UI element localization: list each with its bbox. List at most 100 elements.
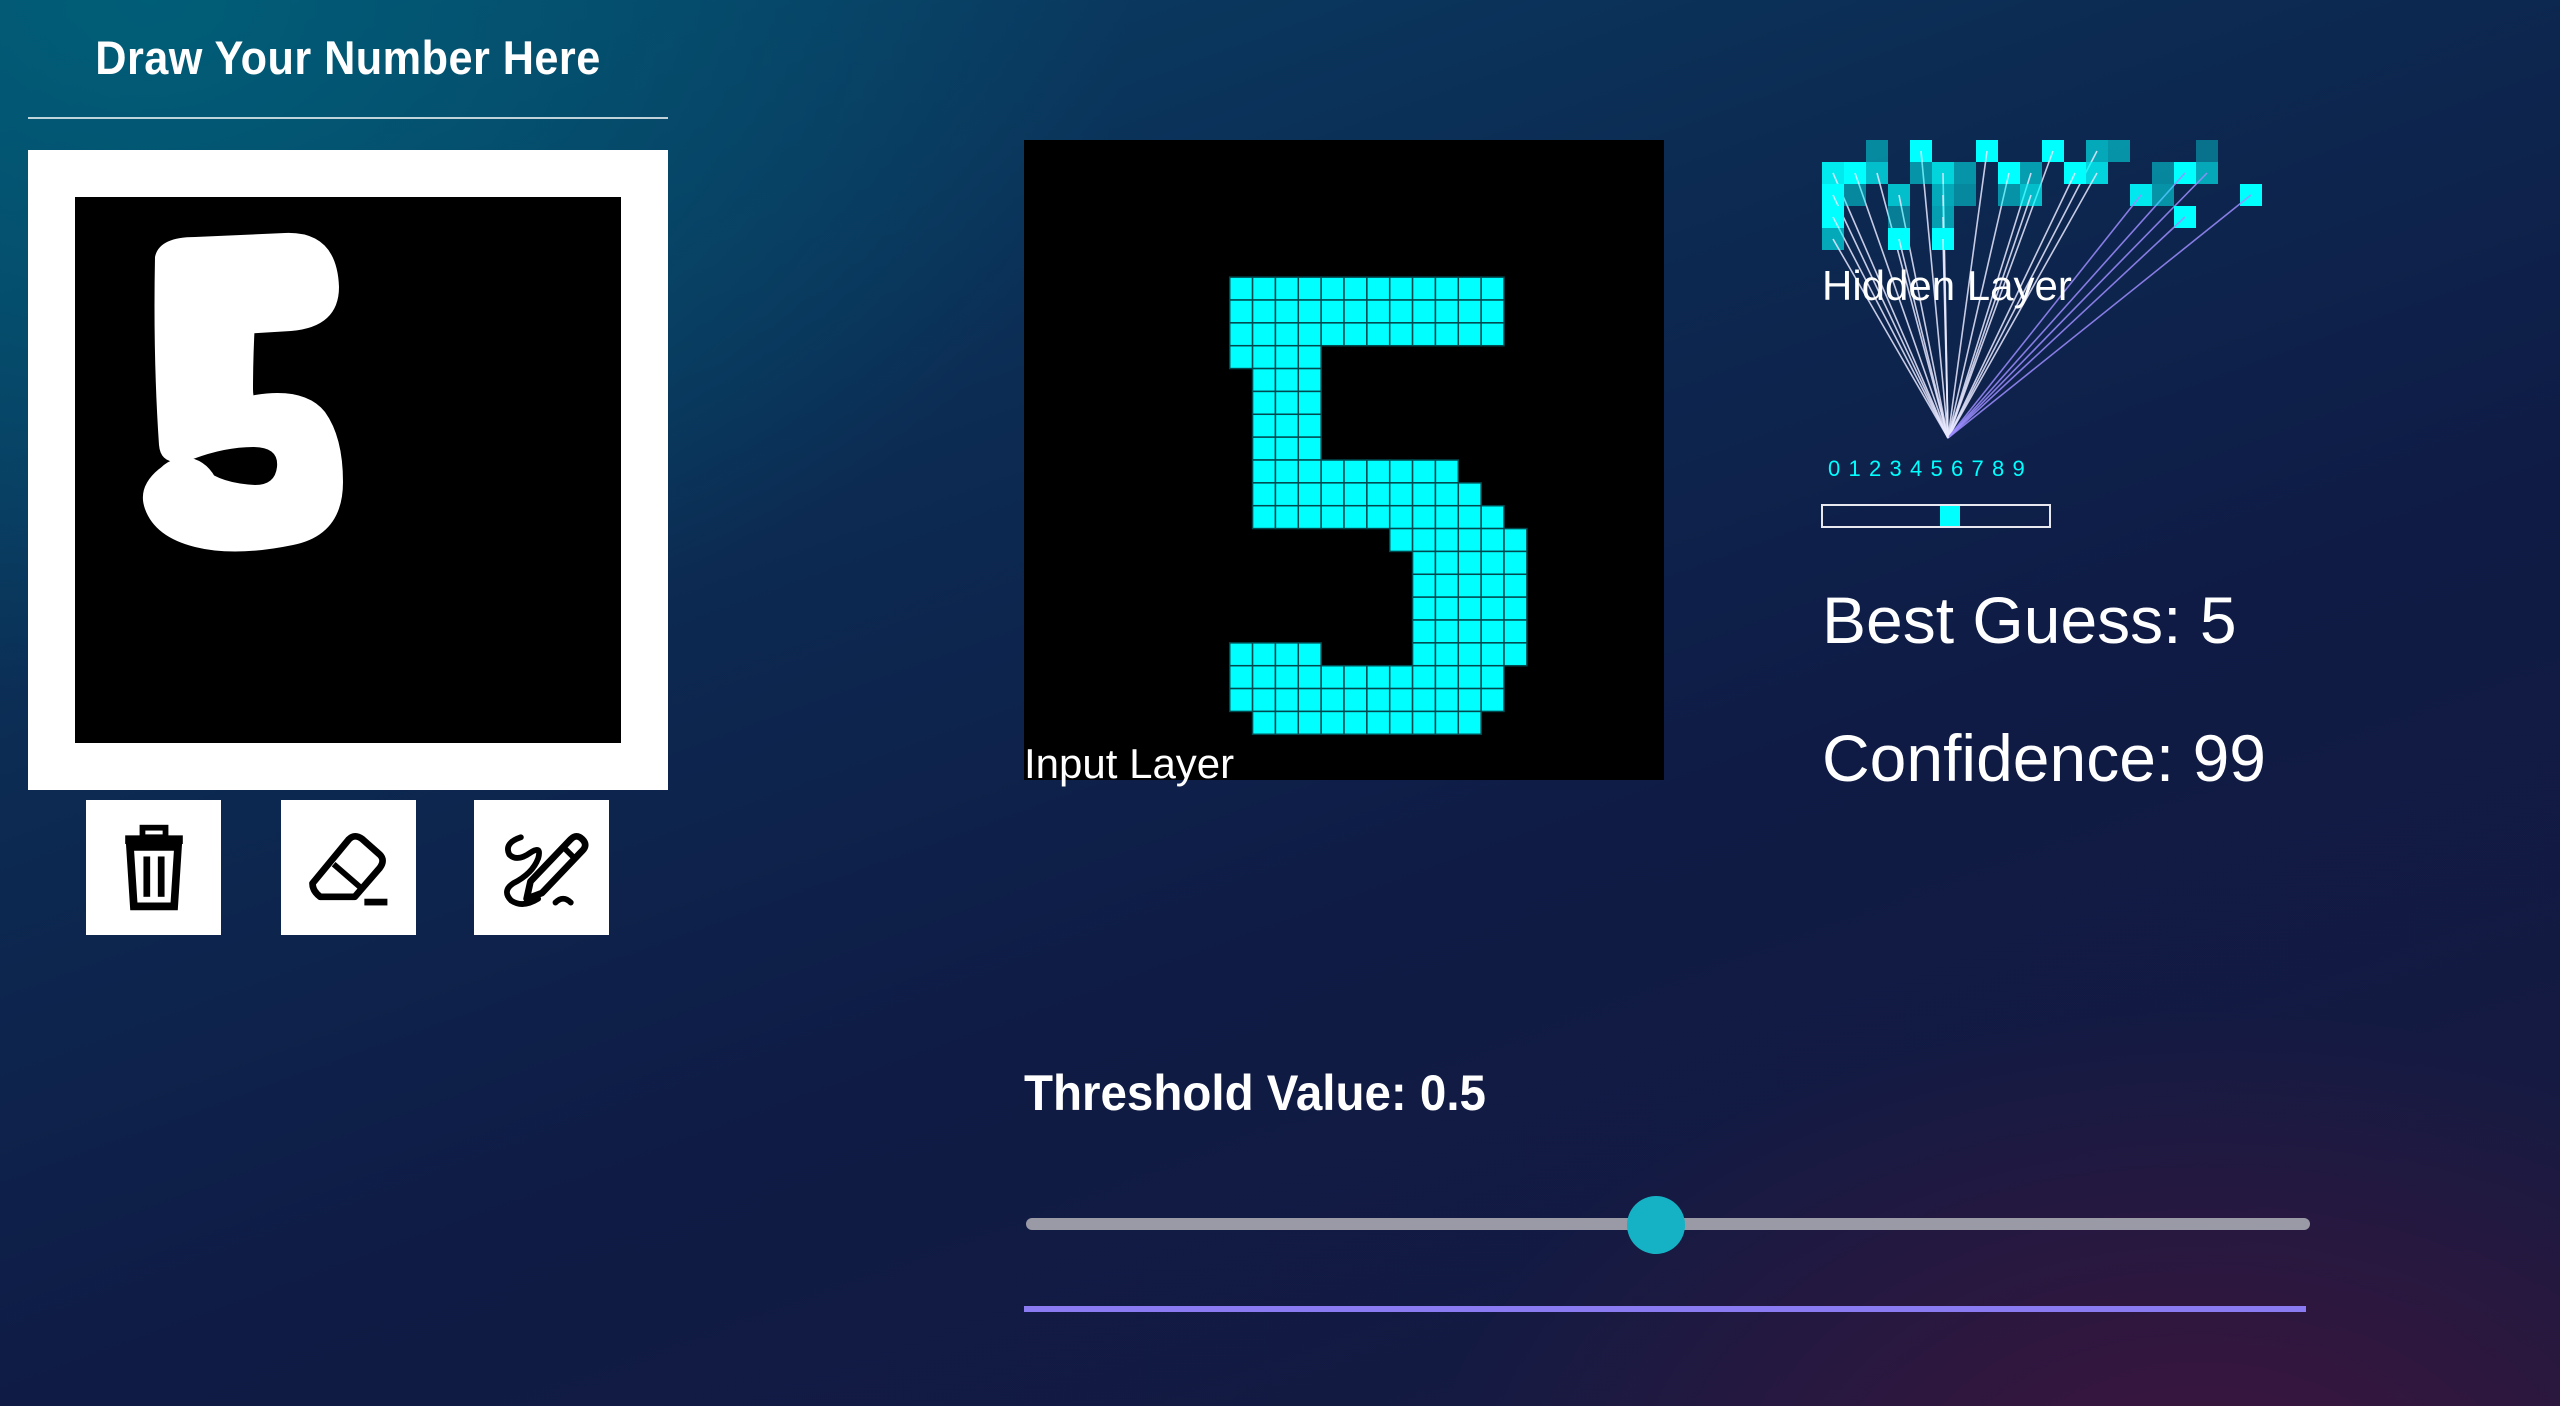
input-pixel [1388,459,1414,484]
input-pixel [1251,687,1277,713]
clear-button[interactable] [86,800,221,935]
input-pixel [1388,504,1414,530]
output-digit-label: 1 [1849,456,1861,481]
input-pixel [1388,527,1414,553]
input-pixel [1274,436,1300,461]
connection-line [1947,194,2032,439]
input-pixel [1411,459,1437,484]
input-pixel [1503,573,1528,598]
input-pixel [1274,367,1300,393]
input-pixel [1320,459,1345,484]
input-pixel [1434,642,1460,667]
input-pixel [1251,664,1277,690]
input-layer-grid [1228,276,1528,736]
threshold-label: Threshold Value: 0.5 [1024,1065,1486,1121]
input-pixel [1320,687,1345,713]
input-pixel [1411,642,1437,667]
input-pixel [1480,687,1505,713]
output-digit-label: 3 [1890,456,1902,481]
hidden-neuron [1910,162,1932,184]
input-pixel [1343,276,1368,301]
input-pixel [1457,482,1482,507]
draw-button[interactable] [474,800,609,935]
output-digit-label: 2 [1869,456,1881,481]
input-pixel [1320,276,1345,301]
input-pixel [1480,299,1505,324]
input-pixel [1274,344,1300,370]
input-pixel [1251,504,1277,530]
input-pixel [1503,550,1528,576]
input-pixel [1457,596,1482,621]
input-pixel [1411,550,1437,576]
threshold-slider-thumb[interactable] [1626,1196,1685,1254]
input-pixel [1388,664,1414,690]
input-pixel [1411,596,1437,621]
input-pixel [1434,299,1460,324]
drawing-canvas[interactable] [75,197,621,743]
input-pixel [1388,276,1414,301]
input-pixel [1480,664,1505,690]
output-digit-label: 5 [1931,456,1943,481]
input-pixel [1297,687,1322,713]
input-pixel [1388,322,1414,347]
input-pixel [1503,619,1528,644]
input-pixel [1411,322,1437,347]
output-digit-label: 6 [1951,456,1963,481]
input-pixel [1457,642,1482,667]
input-pixel [1297,459,1322,484]
input-pixel [1228,344,1254,370]
drawn-digit-stroke [142,232,343,552]
input-pixel [1251,322,1277,347]
hidden-neuron [1844,184,1866,206]
input-pixel [1274,504,1300,530]
input-pixel [1434,596,1460,621]
input-pixel [1320,710,1345,736]
input-pixel [1366,710,1391,736]
hidden-layer-label: Hidden Layer [1822,262,2072,309]
input-pixel [1297,482,1322,507]
eraser-button[interactable] [281,800,416,935]
input-pixel [1297,413,1322,438]
input-pixel [1274,459,1300,484]
input-pixel [1251,436,1277,461]
hidden-neuron [2152,184,2174,206]
connection-line [1947,194,2252,439]
input-pixel [1228,322,1254,347]
hidden-neuron [2196,140,2218,162]
input-pixel [1274,390,1300,416]
input-pixel [1251,344,1277,370]
output-digit-label: 8 [1992,456,2004,481]
input-pixel [1480,322,1505,347]
pencil-squiggle-icon [503,832,589,907]
input-pixel [1457,299,1482,324]
input-pixel [1457,710,1482,736]
input-pixel [1366,482,1391,507]
input-pixel [1343,482,1368,507]
input-pixel [1434,459,1460,484]
input-pixel [1457,550,1482,576]
input-pixel [1434,322,1460,347]
input-pixel [1228,299,1254,324]
output-digit-label: 4 [1910,456,1922,481]
drawing-canvas-frame [28,150,668,790]
input-pixel [1480,619,1505,644]
title-divider [28,117,668,119]
input-pixel [1274,710,1300,736]
input-pixel [1251,299,1277,324]
input-pixel [1343,664,1368,690]
input-pixel [1457,573,1482,598]
input-pixel [1503,596,1528,621]
connection-line [1947,216,2186,439]
input-pixel [1388,299,1414,324]
input-pixel [1251,367,1277,393]
input-pixel [1388,482,1414,507]
input-pixel [1320,322,1345,347]
input-pixel [1366,299,1391,324]
input-pixel [1320,504,1345,530]
input-pixel [1251,459,1277,484]
input-pixel [1320,482,1345,507]
input-pixel [1343,322,1368,347]
input-pixel [1274,413,1300,438]
input-pixel [1251,642,1277,667]
input-pixel [1411,687,1437,713]
